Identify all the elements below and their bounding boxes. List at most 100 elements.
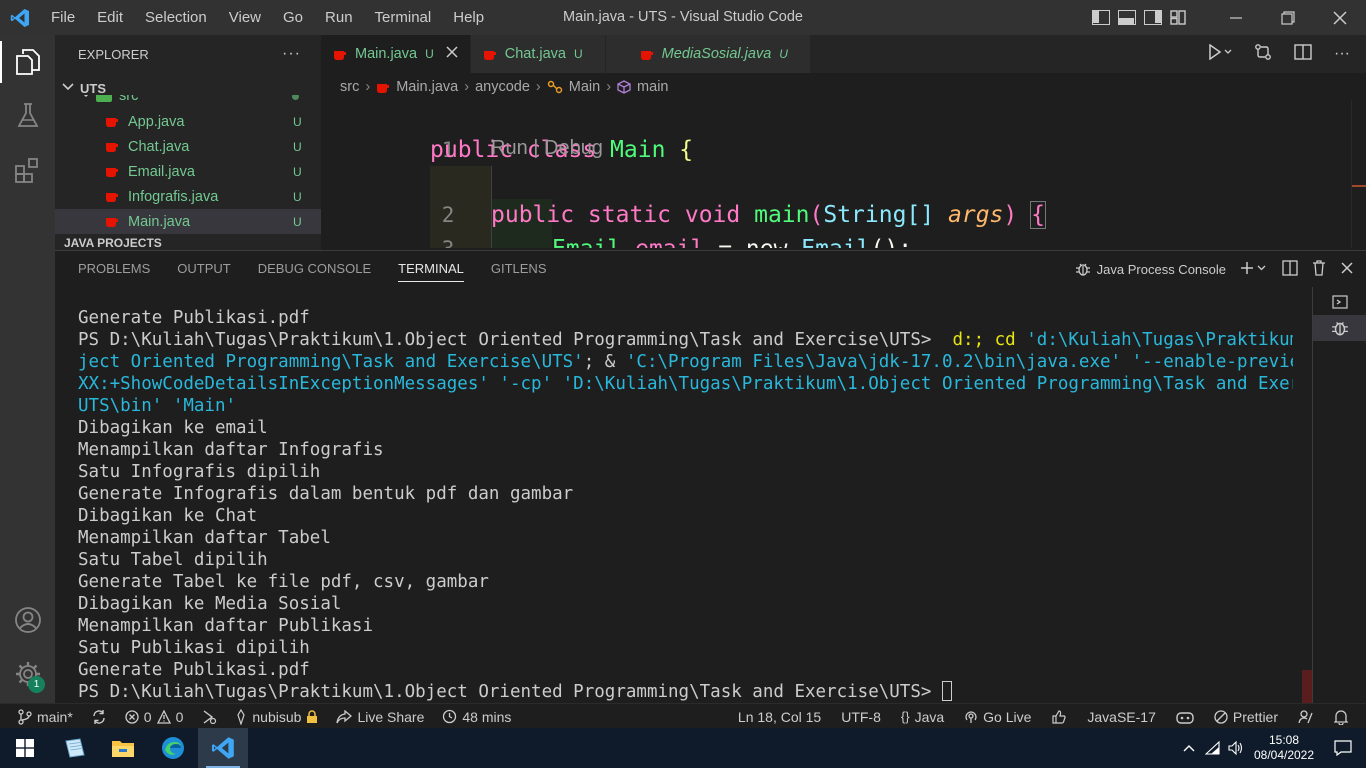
codelens-run-debug[interactable]: Run | Debug: [491, 137, 603, 160]
tab-problems[interactable]: PROBLEMS: [78, 251, 150, 287]
code-editor[interactable]: 1 public class Main { Run | Debug 2 public…: [321, 100, 1351, 248]
user-status[interactable]: nubisub: [235, 708, 318, 725]
language-status[interactable]: {} Java: [901, 709, 944, 725]
tab-mediasosial-java[interactable]: MediaSosial.java U: [605, 35, 811, 73]
debug-launch-icon[interactable]: [201, 709, 217, 725]
split-editor-icon[interactable]: [1294, 43, 1312, 65]
vscode-taskbar-icon[interactable]: [198, 728, 248, 768]
cursor-position[interactable]: Ln 18, Col 15: [738, 709, 821, 725]
toggle-secondary-sidebar-icon[interactable]: [1144, 10, 1162, 25]
encoding-status[interactable]: UTF-8: [841, 709, 881, 725]
minimap[interactable]: [1351, 100, 1366, 248]
tab-label: Chat.java: [504, 46, 566, 62]
close-panel-icon[interactable]: [1340, 261, 1354, 278]
method-name: main: [754, 202, 810, 228]
testing-icon[interactable]: [0, 89, 55, 143]
terminal-line: Generate Publikasi.pdf: [78, 308, 310, 328]
notifications-bell-icon[interactable]: [1334, 709, 1348, 725]
go-live-button[interactable]: Go Live: [964, 709, 1031, 725]
tab-main-java[interactable]: Main.java U: [321, 35, 471, 73]
tab-label: Main.java: [355, 46, 418, 62]
java-projects-section[interactable]: JAVA PROJECTS: [55, 234, 321, 248]
compare-changes-icon[interactable]: [1254, 43, 1272, 66]
explorer-icon[interactable]: [0, 35, 55, 89]
file-main-java[interactable]: Main.java U: [55, 209, 321, 234]
prettier-status[interactable]: Prettier: [1214, 709, 1278, 725]
menu-file[interactable]: File: [40, 0, 86, 35]
file-email-java[interactable]: Email.java U: [55, 159, 321, 184]
file-app-java[interactable]: App.java U: [55, 109, 321, 134]
breadcrumb-folder[interactable]: src: [340, 79, 359, 95]
extensions-icon[interactable]: [0, 143, 55, 197]
feedback-icon[interactable]: [1298, 709, 1314, 725]
close-tab-icon[interactable]: [446, 45, 458, 63]
tab-chat-java[interactable]: Chat.java U: [470, 35, 606, 73]
time-tracker-status[interactable]: 48 mins: [442, 709, 511, 725]
breadcrumb-package[interactable]: anycode: [475, 79, 530, 95]
command-arg: 'C:\Program Files\Java\jdk-17.0.2\bin\ja…: [625, 352, 1293, 372]
trash-icon[interactable]: [1312, 259, 1326, 279]
system-tray: 15:08 08/04/2022: [1176, 728, 1366, 768]
line-number: 2: [441, 203, 455, 227]
breadcrumb-class[interactable]: Main: [569, 79, 600, 95]
terminal-powershell-icon[interactable]: [1313, 289, 1366, 315]
notepad-app-icon[interactable]: [50, 728, 100, 768]
notification-center-icon[interactable]: [1320, 740, 1366, 756]
terminal-java-process-icon[interactable]: [1313, 315, 1366, 341]
breadcrumb-method[interactable]: main: [637, 79, 668, 95]
copilot-icon[interactable]: [1176, 710, 1194, 724]
more-actions-icon[interactable]: ···: [1334, 45, 1350, 63]
terminal-selector[interactable]: Java Process Console: [1075, 261, 1226, 277]
folder-src[interactable]: src: [55, 95, 321, 109]
toggle-sidebar-icon[interactable]: [1092, 10, 1110, 25]
tab-output[interactable]: OUTPUT: [177, 251, 230, 287]
terminal-list: [1312, 287, 1366, 704]
menu-go[interactable]: Go: [272, 0, 314, 35]
close-window-button[interactable]: [1314, 0, 1366, 35]
toggle-panel-icon[interactable]: [1118, 10, 1136, 25]
split-terminal-icon[interactable]: [1282, 259, 1298, 279]
volume-icon[interactable]: [1224, 741, 1248, 755]
problems-status[interactable]: 0 0: [125, 709, 183, 725]
tab-gitlens[interactable]: GITLENS: [491, 251, 547, 287]
new-terminal-icon[interactable]: [1240, 261, 1268, 278]
java-file-icon: [334, 51, 346, 60]
java-version-status[interactable]: JavaSE-17: [1087, 709, 1155, 725]
menu-terminal[interactable]: Terminal: [364, 0, 443, 35]
breadcrumb-file[interactable]: Main.java: [396, 79, 458, 95]
branch-status[interactable]: main*: [18, 709, 73, 725]
paren: (: [809, 202, 824, 228]
run-icon[interactable]: [1208, 43, 1232, 65]
tab-debug-console[interactable]: DEBUG CONSOLE: [258, 251, 371, 287]
sync-icon[interactable]: [91, 709, 107, 725]
chevron-up-icon[interactable]: [1176, 744, 1202, 752]
clock[interactable]: 15:08 08/04/2022: [1248, 733, 1320, 763]
terminal-scrollbar[interactable]: [1302, 670, 1312, 704]
file-explorer-icon[interactable]: [98, 728, 148, 768]
panel-actions: Java Process Console: [1075, 251, 1354, 287]
edge-browser-icon[interactable]: [148, 728, 198, 768]
tab-terminal[interactable]: TERMINAL: [398, 251, 464, 287]
menu-edit[interactable]: Edit: [86, 0, 134, 35]
customize-layout-icon[interactable]: [1170, 10, 1188, 25]
explorer-more-actions[interactable]: ···: [282, 45, 301, 63]
terminal-output[interactable]: Generate Publikasi.pdf PS D:\Kuliah\Tuga…: [78, 307, 1293, 703]
accounts-icon[interactable]: [0, 593, 55, 647]
thumbs-up-icon[interactable]: [1051, 709, 1067, 725]
wifi-icon[interactable]: [1202, 741, 1224, 755]
bottom-panel: PROBLEMS OUTPUT DEBUG CONSOLE TERMINAL G…: [55, 250, 1366, 704]
live-share-status[interactable]: Live Share: [336, 709, 424, 725]
manage-gear-icon[interactable]: 1: [0, 647, 55, 701]
status-bar: main* 0 0 nubisub Live Share 48 mins Ln: [0, 703, 1366, 728]
minimize-button[interactable]: [1210, 0, 1262, 35]
minimap-marker: [1352, 185, 1366, 187]
title-bar: File Edit Selection View Go Run Terminal…: [0, 0, 1366, 35]
menu-selection[interactable]: Selection: [134, 0, 218, 35]
windows-start-icon[interactable]: [0, 728, 50, 768]
file-infografis-java[interactable]: Infografis.java U: [55, 184, 321, 209]
menu-view[interactable]: View: [218, 0, 272, 35]
menu-run[interactable]: Run: [314, 0, 364, 35]
file-chat-java[interactable]: Chat.java U: [55, 134, 321, 159]
restore-button[interactable]: [1262, 0, 1314, 35]
menu-help[interactable]: Help: [442, 0, 495, 35]
